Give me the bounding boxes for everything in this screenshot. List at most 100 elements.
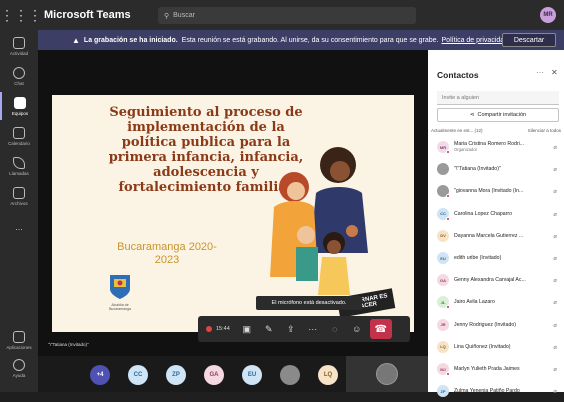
- avatar: GA: [437, 274, 449, 287]
- rail-label: Equipos: [11, 110, 29, 116]
- rail-label: Actividad: [9, 50, 29, 56]
- participant-name-block: Dayanna Marcela Gutierrez ...: [454, 233, 542, 239]
- participant-bubble[interactable]: ZP: [166, 365, 186, 385]
- participant-name: edith uribe (Invitado): [454, 255, 502, 261]
- participant-name: Lina Quiñonez (Invitado): [454, 343, 511, 350]
- invite-input[interactable]: Invite a alguien: [437, 91, 559, 105]
- participant-bubble[interactable]: EU: [242, 365, 262, 385]
- participant-row[interactable]: ZP Zulma Yenenia Patiño Pardo ⌀: [437, 380, 563, 402]
- mic-off-icon[interactable]: ⌀: [553, 144, 557, 151]
- participant-name-block: Lina Quiñonez (Invitado): [454, 344, 542, 350]
- participant-row[interactable]: "\"Tatiana (Invitado)" ⌀: [437, 158, 563, 180]
- participant-row[interactable]: JR Jenny Rodriguez (Invitado) ⌀: [437, 314, 563, 336]
- participant-row[interactable]: EU edith uribe (Invitado) ⌀: [437, 247, 563, 269]
- participant-row[interactable]: LQ Lina Quiñonez (Invitado) ⌀: [437, 336, 563, 358]
- privacy-link[interactable]: Política de privacidad: [442, 37, 509, 44]
- hang-up-button[interactable]: ☎: [369, 319, 392, 339]
- participant-name-block: Carolina Lopez Chaparro: [454, 211, 542, 217]
- app-launcher-icon[interactable]: ⋮⋮⋮: [0, 7, 42, 24]
- avatar-initials: JR: [440, 322, 446, 328]
- avatar-initials: CC: [440, 211, 446, 217]
- participant-bubble[interactable]: LQ: [318, 365, 338, 385]
- call-timer: 15:44: [216, 326, 230, 332]
- participant-bubble[interactable]: +4: [90, 365, 110, 385]
- call-controls: 15:44 ▣ ✎ ⇪ ··· ◌ ☺ ☎: [198, 316, 410, 342]
- avatar: JL: [437, 296, 450, 310]
- rail-item-more[interactable]: ...: [0, 212, 38, 240]
- participant-name-block: "\"Tatiana (Invitado)": [454, 166, 542, 172]
- camera-off-icon[interactable]: ▣: [236, 318, 258, 340]
- apps-icon: [13, 330, 25, 343]
- avatar-initials: ZP: [440, 388, 446, 394]
- more-icon: ...: [15, 222, 23, 232]
- more-icon[interactable]: ···: [536, 68, 544, 77]
- share-invite-button[interactable]: ⋖ Compartir invitación: [437, 108, 559, 122]
- self-view[interactable]: [346, 356, 428, 392]
- avatar: CC: [437, 207, 450, 221]
- rail-item-teams[interactable]: Equipos: [0, 92, 38, 120]
- participant-row[interactable]: "giovanna Mora (Invitado (In... ⌀: [437, 180, 563, 202]
- mic-off-icon[interactable]: ⌀: [553, 233, 557, 240]
- mic-off-icon[interactable]: ⌀: [553, 366, 557, 373]
- crest-label: Alcaldía de Bucaramanga: [109, 303, 131, 311]
- participant-row[interactable]: DV Dayanna Marcela Gutierrez ... ⌀: [437, 225, 563, 247]
- participant-name-block: Jenny Rodriguez (Invitado): [454, 322, 542, 328]
- participant-row[interactable]: MR Maria Cristina Romero Rodri... Organiza…: [437, 136, 563, 158]
- participant-name: Zulma Yenenia Patiño Pardo: [454, 388, 520, 395]
- search-placeholder: Buscar: [173, 12, 195, 19]
- rail-item-calendar[interactable]: Calendario: [0, 122, 38, 150]
- rail-item-files[interactable]: Archivos: [0, 182, 38, 210]
- share-icon[interactable]: ⇪: [280, 318, 302, 340]
- help-icon: [13, 358, 25, 371]
- search-input[interactable]: ⚲ Buscar: [158, 7, 416, 24]
- calendar-icon: [13, 126, 25, 139]
- avatar: EU: [437, 252, 449, 264]
- chat-toggle-icon[interactable]: ◌: [324, 318, 346, 340]
- rail-item-apps[interactable]: Aplicaciones: [0, 326, 38, 354]
- participant-bubble[interactable]: GA: [204, 365, 224, 385]
- rail-item-chat[interactable]: Chat: [0, 62, 38, 90]
- rail-item-help[interactable]: Ayuda: [0, 354, 38, 382]
- avatar: MJ: [437, 363, 450, 376]
- rail-label: Archivos: [10, 200, 28, 206]
- participant-name: Jairo Avila Lazaro: [454, 299, 495, 306]
- bell-icon: [13, 36, 25, 49]
- rail-item-activity[interactable]: Actividad: [0, 32, 38, 60]
- section-label[interactable]: Actualmente en est... (12): [431, 128, 483, 133]
- rail-item-calls[interactable]: Llamadas: [0, 152, 38, 180]
- mic-off-icon[interactable]: ⌀: [553, 322, 557, 329]
- participant-row[interactable]: GA Genny Alexandra Carvajal Ac... ⌀: [437, 269, 563, 291]
- participant-bubble[interactable]: [280, 365, 300, 385]
- more-actions-icon[interactable]: ···: [302, 318, 324, 340]
- mic-off-icon[interactable]: ⌀: [553, 344, 557, 351]
- mic-off-icon[interactable]: ⌀: [553, 166, 557, 173]
- mic-off-icon[interactable]: ✎: [258, 318, 280, 340]
- title-bar: ⋮⋮⋮ Microsoft Teams ⚲ Buscar MR: [0, 0, 564, 30]
- participant-role: Organizador: [454, 147, 478, 152]
- meeting-stage: Seguimiento al proceso de implementación…: [38, 50, 428, 392]
- mic-off-icon[interactable]: ⌀: [553, 277, 557, 284]
- status-dot: [446, 194, 450, 199]
- invite-placeholder: Invite a alguien: [442, 94, 479, 101]
- participants-panel: Contactos ··· ✕ Invite a alguien ⋖ Compar…: [428, 50, 564, 398]
- close-icon[interactable]: ✕: [551, 68, 558, 77]
- participant-bubble[interactable]: CC: [128, 365, 148, 385]
- participant-row[interactable]: CC Carolina Lopez Chaparro ⌀: [437, 203, 563, 225]
- avatar-initials: EU: [440, 255, 446, 261]
- participants-icon[interactable]: ☺: [346, 318, 368, 340]
- mic-off-icon[interactable]: ⌀: [553, 299, 557, 306]
- app-rail: Actividad Chat Equipos Calendario Llamad…: [0, 30, 38, 392]
- mic-off-icon[interactable]: ⌀: [553, 188, 557, 195]
- dismiss-button[interactable]: Descartar: [502, 33, 556, 47]
- participant-name: Carolina Lopez Chaparro: [454, 210, 512, 217]
- participant-name-block: Genny Alexandra Carvajal Ac...: [454, 277, 542, 283]
- user-avatar[interactable]: MR: [540, 7, 556, 23]
- mute-all-link[interactable]: Silenciar a todos: [528, 128, 561, 133]
- mic-muted-toast: El micrófono está desactivado.: [256, 296, 362, 310]
- mic-off-icon[interactable]: ⌀: [553, 211, 557, 218]
- avatar-initials: MR: [439, 144, 447, 150]
- participant-row[interactable]: MJ Marlyn Yulieth Prada Jaimes ⌀: [437, 358, 563, 380]
- participant-row[interactable]: JL Jairo Avila Lazaro ⌀: [437, 291, 563, 313]
- mic-off-icon[interactable]: ⌀: [553, 255, 557, 262]
- section-header: Actualmente en est... (12) Silenciar a t…: [431, 128, 561, 133]
